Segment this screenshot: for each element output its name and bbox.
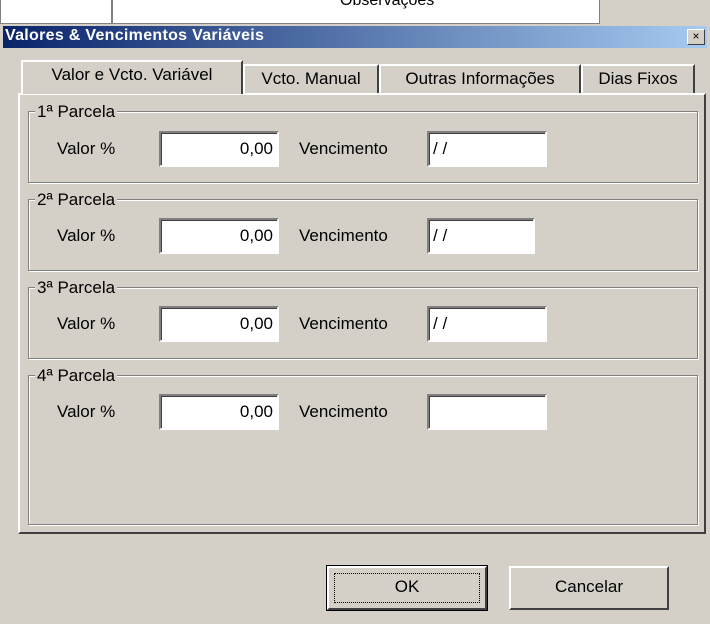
cancel-button[interactable]: Cancelar [509,566,669,610]
close-icon[interactable]: × [687,29,705,45]
tab-panel: 1ª Parcela Valor % 0,00 Vencimento / / 2… [18,93,706,534]
vencimento-input-2[interactable]: / / [427,218,535,254]
parent-window-strip: Observações [0,0,710,24]
parcela-title: 1ª Parcela [35,102,118,121]
tab-outras-informacoes[interactable]: Outras Informações [379,64,581,94]
vencimento-label: Vencimento [299,139,388,158]
valor-input-2[interactable]: 0,00 [159,218,279,254]
ok-button[interactable]: OK [326,565,488,611]
vencimento-label: Vencimento [299,226,388,245]
parcela-group-1: 1ª Parcela Valor % 0,00 Vencimento / / [28,102,698,183]
dialog-window: Valores & Vencimentos Variáveis × Valor … [0,24,710,624]
tab-valor-vcto-variavel[interactable]: Valor e Vcto. Variável [21,60,243,94]
valor-label: Valor % [57,139,116,158]
parcela-group-4: 4ª Parcela Valor % 0,00 Vencimento [28,366,698,525]
vencimento-label: Vencimento [299,402,388,421]
vencimento-input-3[interactable]: / / [427,306,547,342]
tab-dias-fixos[interactable]: Dias Fixos [581,64,695,94]
valor-input-4[interactable]: 0,00 [159,394,279,430]
parcela-title: 2ª Parcela [35,190,118,209]
valor-label: Valor % [57,226,116,245]
valor-input-3[interactable]: 0,00 [159,306,279,342]
focus-rectangle [334,573,480,603]
parent-grid-text: Observações [340,0,435,9]
window-title: Valores & Vencimentos Variáveis [5,27,265,44]
vencimento-input-4[interactable] [427,394,547,430]
vencimento-label: Vencimento [299,314,388,333]
cancel-button-label: Cancelar [554,577,624,596]
parcela-title: 4ª Parcela [35,366,118,385]
title-bar[interactable]: Valores & Vencimentos Variáveis × [3,26,707,48]
parcela-group-3: 3ª Parcela Valor % 0,00 Vencimento / / [28,278,698,359]
valor-label: Valor % [57,314,116,333]
tab-vcto-manual[interactable]: Vcto. Manual [243,64,379,94]
vencimento-input-1[interactable]: / / [427,131,547,167]
parcela-group-2: 2ª Parcela Valor % 0,00 Vencimento / / [28,190,698,271]
parcela-title: 3ª Parcela [35,278,118,297]
valor-label: Valor % [57,402,116,421]
parent-grid-cell [0,0,112,24]
valor-input-1[interactable]: 0,00 [159,131,279,167]
